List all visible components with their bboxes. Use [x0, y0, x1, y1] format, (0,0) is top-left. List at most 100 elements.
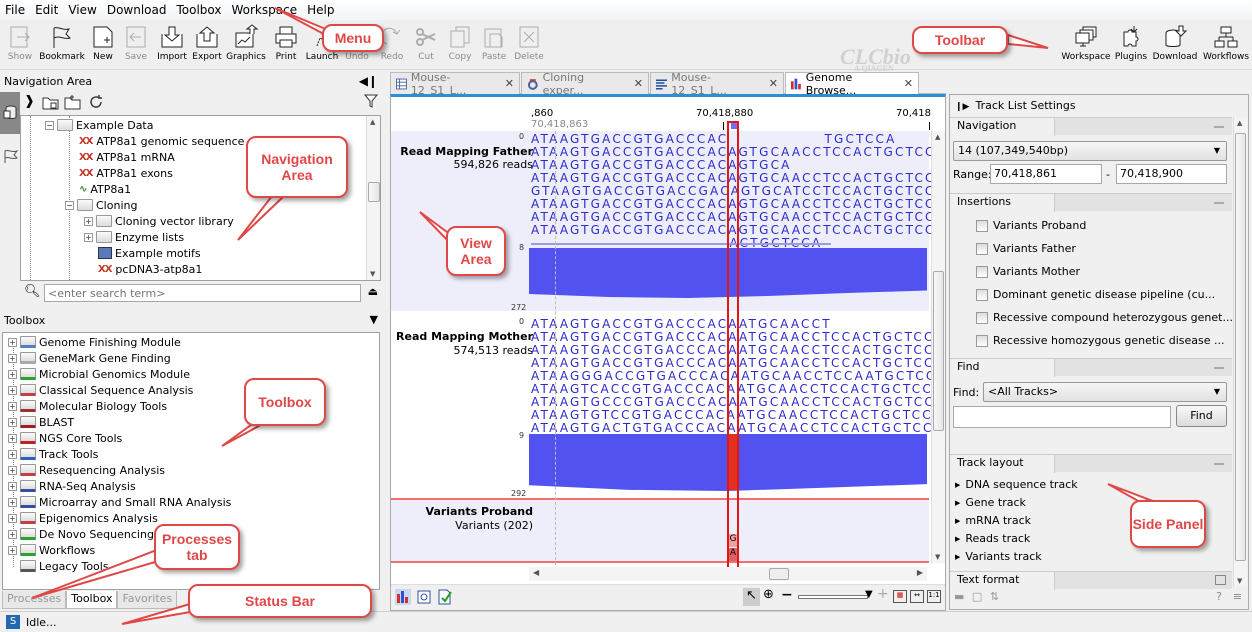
toolbox-item[interactable]: + GeneMark Gene Finding: [8, 350, 171, 366]
menu-download[interactable]: Download: [102, 3, 172, 17]
zoom-to-fit-icon[interactable]: ↔: [910, 590, 924, 603]
expand-toggle[interactable]: +: [8, 529, 17, 539]
track-layout-item[interactable]: Gene track: [955, 496, 1026, 509]
toolbox-item[interactable]: Legacy Tools: [8, 558, 109, 574]
tree-item-cloning-vector-library[interactable]: + Cloning vector library: [84, 213, 234, 229]
expand-toggle[interactable]: +: [8, 545, 17, 555]
close-tab-icon[interactable]: ✕: [904, 77, 913, 90]
zoom-in-mode-icon[interactable]: ⊕: [763, 587, 774, 602]
paste-button[interactable]: Paste: [477, 24, 511, 62]
range-to-input[interactable]: 70,418,900: [1116, 164, 1227, 184]
new-button[interactable]: New: [86, 24, 120, 62]
scroll-left-arrow[interactable]: ◀: [533, 568, 539, 577]
toolbox-menu-icon[interactable]: ▼: [370, 313, 378, 326]
plugins-button[interactable]: Plugins: [1114, 24, 1148, 62]
track-layout-section-header[interactable]: Track layout: [950, 454, 1232, 473]
zoom-slider-handle[interactable]: ▼: [865, 589, 873, 600]
toolbox-item[interactable]: + NGS Core Tools: [8, 430, 122, 446]
delete-button[interactable]: Delete: [512, 24, 546, 62]
validate-icon[interactable]: [437, 589, 453, 605]
collapse-toggle[interactable]: −: [45, 120, 54, 130]
find-button[interactable]: Find: [1176, 405, 1227, 427]
side-panel-scrollbar[interactable]: ▲ ▼: [1233, 117, 1247, 587]
side-panel-title[interactable]: ❙▶ Track List Settings: [955, 99, 1076, 112]
refresh-icon[interactable]: [88, 94, 104, 110]
zoom-to-selection-icon[interactable]: ▦: [893, 590, 907, 603]
export-button[interactable]: Export: [190, 24, 224, 62]
close-tab-icon[interactable]: ✕: [769, 77, 778, 90]
expand-toggle[interactable]: +: [8, 513, 17, 523]
menu-view[interactable]: View: [63, 3, 101, 17]
tree-item-atp8a1-mrna[interactable]: XX ATP8a1 mRNA: [79, 149, 175, 165]
scrollbar-thumb[interactable]: [933, 271, 944, 431]
expand-toggle[interactable]: +: [84, 216, 93, 226]
collapse-panel-icon[interactable]: ◀❙: [359, 74, 378, 88]
collapse-all-sections-icon[interactable]: ▬: [954, 590, 964, 603]
toolbox-item[interactable]: + Microbial Genomics Module: [8, 366, 190, 382]
insertion-checkbox[interactable]: Variants Proband: [976, 219, 1086, 232]
tab-processes[interactable]: Processes: [2, 591, 67, 609]
collapse-toggle[interactable]: −: [65, 200, 74, 210]
tree-item-cloning[interactable]: − Cloning: [65, 197, 137, 213]
tree-item-atp8a1-genomic-sequence[interactable]: XX ATP8a1 genomic sequence: [79, 133, 244, 149]
navigation-strip-tab[interactable]: [0, 92, 20, 134]
search-icon[interactable]: 🔍︎: [24, 284, 41, 299]
zoom-100-icon[interactable]: 1:1: [927, 590, 941, 603]
scroll-up-arrow[interactable]: ▲: [1237, 119, 1242, 127]
print-button[interactable]: Print: [269, 24, 303, 62]
expand-toggle[interactable]: +: [8, 465, 17, 475]
expand-toggle[interactable]: +: [8, 369, 17, 379]
toolbox-item[interactable]: + Track Tools: [8, 446, 98, 462]
find-scope-select[interactable]: <All Tracks>: [983, 382, 1227, 402]
float-icon[interactable]: ⇅: [990, 590, 999, 603]
expand-toggle[interactable]: +: [8, 401, 17, 411]
track-layout-item[interactable]: DNA sequence track: [955, 478, 1077, 491]
close-tab-icon[interactable]: ✕: [634, 77, 643, 90]
expand-toggle[interactable]: +: [8, 353, 17, 363]
toolbox-item[interactable]: + De Novo Sequencing: [8, 526, 154, 542]
toolbox-item[interactable]: + Epigenomics Analysis: [8, 510, 158, 526]
tree-item-example-data[interactable]: − Example Data: [45, 117, 153, 133]
workspace-button[interactable]: Workspace: [1061, 24, 1111, 62]
collapse-all-icon[interactable]: ❱: [24, 94, 35, 109]
filter-icon[interactable]: [364, 94, 378, 108]
search-options-icon[interactable]: ⏏: [368, 285, 378, 298]
side-panel-menu-icon[interactable]: ≡: [1233, 590, 1242, 603]
download-button[interactable]: Download: [1153, 24, 1197, 62]
expand-toggle[interactable]: +: [8, 337, 17, 347]
view-vertical-scrollbar[interactable]: ▲ ▼: [931, 131, 945, 563]
genome-view-icon[interactable]: [395, 589, 411, 605]
toolbox-item[interactable]: + Classical Sequence Analysis: [8, 382, 193, 398]
workflows-button[interactable]: Workflows: [1203, 24, 1249, 62]
copy-button[interactable]: Copy: [443, 24, 477, 62]
restore-icon[interactable]: [1215, 575, 1226, 585]
show-button[interactable]: Show: [3, 24, 37, 62]
insertions-section-header[interactable]: Insertions: [950, 193, 1232, 212]
tree-item-example-motifs[interactable]: Example motifs: [98, 245, 201, 261]
search-input[interactable]: [44, 284, 361, 302]
view-horizontal-scrollbar[interactable]: ◀ ▶: [529, 567, 927, 581]
scroll-up-arrow[interactable]: ▲: [370, 118, 375, 126]
navigation-section-header[interactable]: Navigation: [950, 117, 1232, 136]
toolbox-item[interactable]: + Workflows: [8, 542, 95, 558]
text-format-section-header[interactable]: Text format: [950, 571, 1232, 590]
cut-button[interactable]: Cut: [409, 24, 443, 62]
editor-tab[interactable]: Cloning exper... ✕: [521, 71, 649, 97]
bookmarks-flag-icon[interactable]: [3, 148, 19, 164]
tree-item-pcdna3-atp8a1[interactable]: XX pcDNA3-atp8a1: [98, 261, 202, 277]
editor-tab[interactable]: Mouse-12_S1_L... ✕: [650, 71, 784, 97]
scroll-down-arrow[interactable]: ▼: [370, 270, 375, 278]
expand-toggle[interactable]: +: [8, 449, 17, 459]
insertion-checkbox[interactable]: Dominant genetic disease pipeline (cu...: [976, 288, 1215, 301]
scroll-right-arrow[interactable]: ▶: [917, 568, 923, 577]
expand-toggle[interactable]: +: [8, 497, 17, 507]
new-folder-icon[interactable]: [64, 94, 82, 110]
scroll-down-arrow[interactable]: ▼: [935, 553, 940, 561]
toolbox-item[interactable]: + BLAST: [8, 414, 74, 430]
menu-edit[interactable]: Edit: [30, 3, 63, 17]
close-tab-icon[interactable]: ✕: [505, 77, 514, 90]
find-input[interactable]: [953, 406, 1171, 428]
insertion-checkbox[interactable]: Recessive compound heterozygous genet...: [976, 311, 1233, 324]
minimize-icon[interactable]: [1214, 463, 1224, 465]
editor-tab[interactable]: Mouse-12_S1_L... ✕: [390, 71, 520, 97]
